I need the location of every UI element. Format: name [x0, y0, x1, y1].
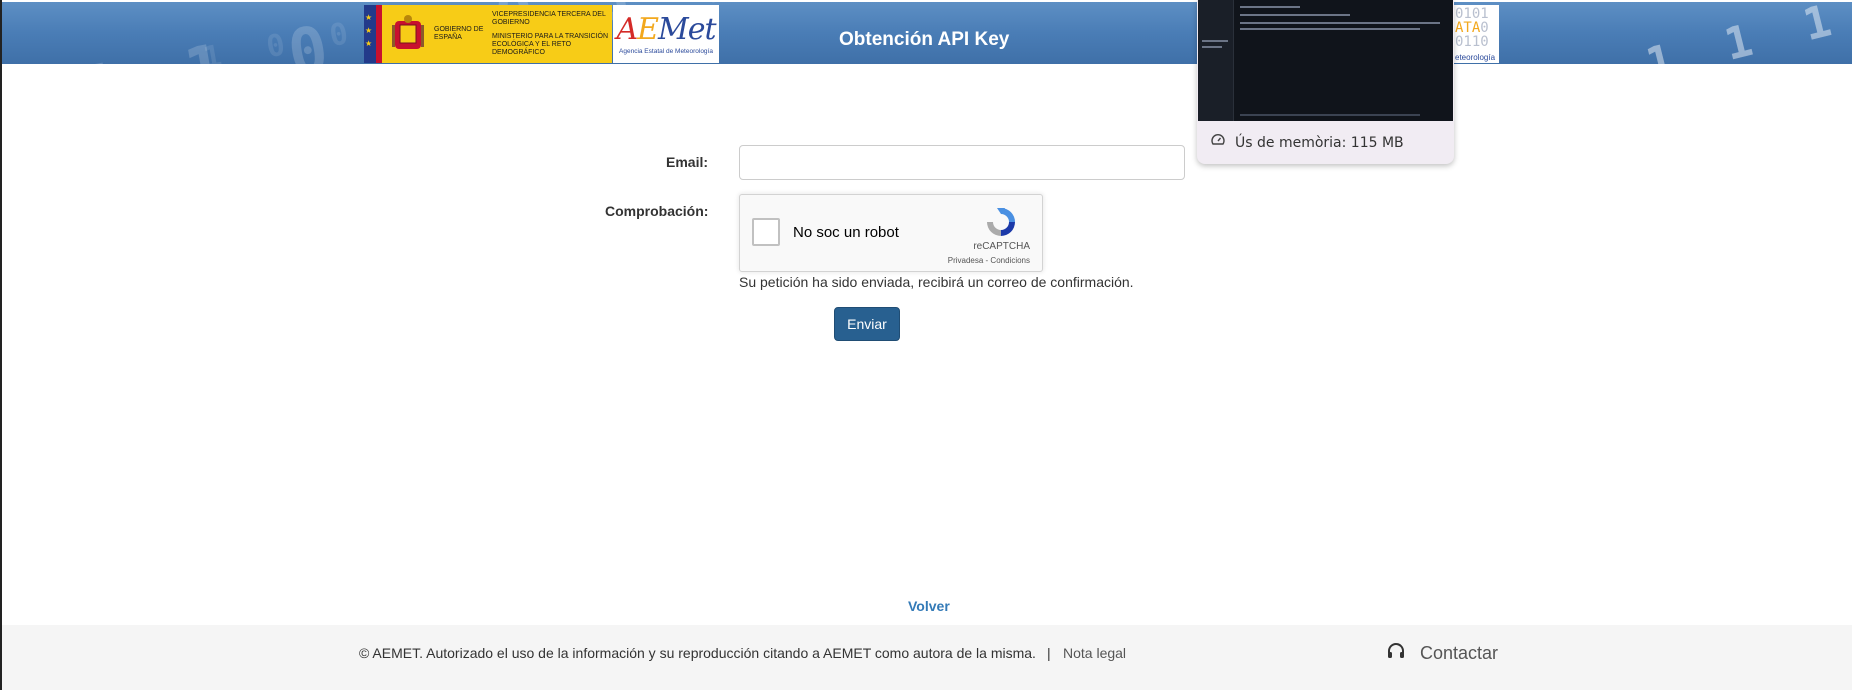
gobierno-text: GOBIERNO DE ESPAÑA	[434, 26, 484, 41]
eu-flag-icon	[364, 5, 376, 63]
recaptcha-widget: No soc un robot reCAPTCHA Privadesa - Co…	[739, 194, 1043, 272]
contact-link[interactable]: Contactar	[1386, 641, 1498, 666]
back-link[interactable]: Volver	[908, 598, 950, 614]
check-label: Comprobación:	[605, 203, 709, 219]
contact-label: Contactar	[1420, 643, 1499, 663]
recaptcha-label: No soc un robot	[793, 224, 899, 241]
footer: © AEMET. Autorizado el uso de la informa…	[2, 625, 1852, 690]
memory-usage-text: Ús de memòria: 115 MB	[1235, 134, 1404, 151]
recaptcha-brand: reCAPTCHA	[973, 241, 1030, 252]
email-label: Email:	[666, 154, 709, 170]
aemet-logo: AEMet Agencia Estatal de Meteorología	[613, 5, 719, 63]
coat-of-arms-icon	[388, 12, 428, 56]
legal-notice-link[interactable]: Nota legal	[1063, 645, 1126, 661]
binary-decoration: 0 1 1 1 1 0	[1562, 2, 1852, 64]
tab-preview-thumbnail	[1198, 0, 1453, 121]
header-banner: 0 1 1 0 1 0 1 1 0 1 0 0 1 0 1 1 1 1 0 GO…	[2, 2, 1852, 64]
headset-icon	[1386, 641, 1406, 666]
footer-separator: |	[1047, 645, 1051, 661]
send-button[interactable]: Enviar	[834, 307, 900, 341]
status-message: Su petición ha sido enviada, recibirá un…	[739, 274, 1134, 290]
memory-usage-row: Ús de memòria: 115 MB	[1211, 133, 1404, 152]
recaptcha-links[interactable]: Privadesa - Condicions	[948, 256, 1030, 265]
gauge-icon	[1211, 133, 1225, 152]
email-input[interactable]	[739, 145, 1185, 180]
open-data-logo: 0101 ATA0 0110 eteorología	[1452, 5, 1499, 63]
recaptcha-checkbox[interactable]	[752, 218, 780, 246]
recaptcha-logo-icon	[984, 205, 1018, 244]
copyright-text: © AEMET. Autorizado el uso de la informa…	[359, 645, 1036, 661]
page-title: Obtención API Key	[839, 29, 1010, 50]
aemet-subtitle: Agencia Estatal de Meteorología	[619, 47, 713, 55]
memory-usage-tooltip: Ús de memòria: 115 MB	[1197, 0, 1454, 164]
page-root: 0 1 1 0 1 0 1 1 0 1 0 0 1 0 1 1 1 1 0 GO…	[0, 0, 1852, 690]
aemet-wordmark: AEMet	[616, 11, 716, 47]
gobierno-logo: GOBIERNO DE ESPAÑA VICEPRESIDENCIA TERCE…	[364, 5, 612, 63]
ministerio-text: VICEPRESIDENCIA TERCERA DEL GOBIERNO MIN…	[492, 11, 609, 56]
